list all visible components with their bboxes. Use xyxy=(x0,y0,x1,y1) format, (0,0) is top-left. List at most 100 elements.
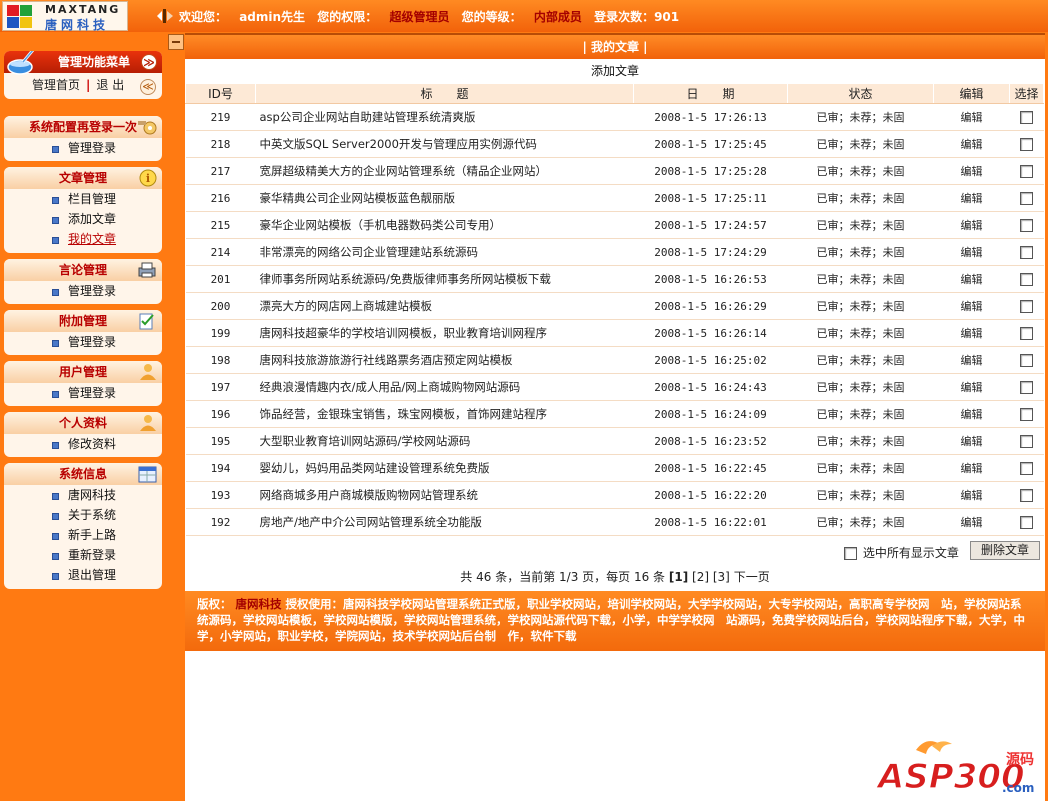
edit-link[interactable]: 编辑 xyxy=(933,130,1010,158)
article-date: 2008-1-5 17:25:28 xyxy=(633,157,788,185)
section-title-text: 个人资料 xyxy=(58,416,107,430)
table-row: 195 大型职业教育培训网站源码/学校网站源码 2008-1-5 16:23:52 已… xyxy=(185,427,1044,455)
sidebar-item-relogin[interactable]: 重新登录 xyxy=(4,545,162,565)
back-arrow-icon[interactable] xyxy=(157,8,174,24)
article-date: 2008-1-5 16:25:02 xyxy=(633,346,788,374)
select-cell xyxy=(1009,373,1044,401)
permission-value: 超级管理员 xyxy=(389,10,450,24)
row-select-checkbox[interactable] xyxy=(1020,380,1033,394)
article-title-link[interactable]: 网络商城多用户商城模版购物网站管理系统 xyxy=(255,481,634,509)
watermark-domain: .com xyxy=(1002,781,1034,795)
edit-link[interactable]: 编辑 xyxy=(933,427,1010,455)
footer-brand-link[interactable]: 唐网科技 xyxy=(236,597,282,611)
page-link-current[interactable]: [1] xyxy=(669,570,688,584)
select-all-control[interactable]: 选中所有显示文章 xyxy=(844,544,959,561)
edit-link[interactable]: 编辑 xyxy=(933,346,1010,374)
row-select-checkbox[interactable] xyxy=(1020,461,1033,475)
article-title-link[interactable]: 宽屏超级精美大方的企业网站管理系统（精品企业网站） xyxy=(255,157,634,185)
article-title-link[interactable]: 非常漂亮的网络公司企业管理建站系统源码 xyxy=(255,238,634,266)
svg-text:i: i xyxy=(146,172,150,185)
article-status: 已审；未荐；未固 xyxy=(787,157,934,185)
section-title-text: 用户管理 xyxy=(58,365,107,379)
sidebar-item-category-management[interactable]: 栏目管理 xyxy=(4,189,162,209)
add-article-link[interactable]: 添加文章 xyxy=(185,59,1045,83)
sidebar-item-company[interactable]: 唐网科技 xyxy=(4,485,162,505)
row-select-checkbox[interactable] xyxy=(1020,191,1033,205)
edit-link[interactable]: 编辑 xyxy=(933,481,1010,509)
edit-link[interactable]: 编辑 xyxy=(933,508,1010,536)
article-title-link[interactable]: 律师事务所网站系统源码/免费版律师事务所网站模板下载 xyxy=(255,265,634,293)
level-value: 内部成员 xyxy=(533,10,582,24)
edit-link[interactable]: 编辑 xyxy=(933,373,1010,401)
table-row: 201 律师事务所网站系统源码/免费版律师事务所网站模板下载 2008-1-5 16… xyxy=(185,265,1044,293)
article-title-link[interactable]: 唐网科技超豪华的学校培训网模板，职业教育培训网程序 xyxy=(255,319,634,347)
sidebar-item-my-articles[interactable]: 我的文章 xyxy=(4,229,162,249)
row-select-checkbox[interactable] xyxy=(1020,245,1033,259)
sidebar-item-add-article[interactable]: 添加文章 xyxy=(4,209,162,229)
edit-link[interactable]: 编辑 xyxy=(933,319,1010,347)
row-select-checkbox[interactable] xyxy=(1020,272,1033,286)
article-rows: 219 asp公司企业网站自助建站管理系统清爽版 2008-1-5 17:26:13… xyxy=(185,103,1044,536)
article-title-link[interactable]: 婴幼儿，妈妈用品类网站建设管理系统免费版 xyxy=(255,454,634,482)
row-select-checkbox[interactable] xyxy=(1020,434,1033,448)
page-link[interactable]: [2] xyxy=(692,570,709,584)
edit-link[interactable]: 编辑 xyxy=(933,292,1010,320)
edit-link[interactable]: 编辑 xyxy=(933,157,1010,185)
edit-link[interactable]: 编辑 xyxy=(933,103,1010,131)
collapse-menu-icon[interactable]: ≫ xyxy=(141,54,157,70)
delete-articles-button[interactable]: 删除文章 xyxy=(970,541,1040,560)
hide-menu-icon[interactable]: ≪ xyxy=(140,79,156,95)
edit-link[interactable]: 编辑 xyxy=(933,400,1010,428)
select-all-checkbox[interactable] xyxy=(844,547,857,560)
article-date: 2008-1-5 17:24:29 xyxy=(633,238,788,266)
sidebar-item-admin-login[interactable]: 管理登录 xyxy=(4,138,162,158)
row-select-checkbox[interactable] xyxy=(1020,299,1033,313)
article-id: 216 xyxy=(185,184,256,212)
article-title-link[interactable]: 豪华企业网站模板（手机电器数码类公司专用） xyxy=(255,211,634,239)
select-cell xyxy=(1009,292,1044,320)
article-title-link[interactable]: 中英文版SQL Server2000开发与管理应用实例源代码 xyxy=(255,130,634,158)
sidebar-item-about[interactable]: 关于系统 xyxy=(4,505,162,525)
logout-link[interactable]: 退 出 xyxy=(96,78,124,92)
sidebar-item-exit[interactable]: 退出管理 xyxy=(4,565,162,585)
next-page-link[interactable]: 下一页 xyxy=(734,570,770,584)
sidebar-item-admin-login[interactable]: 管理登录 xyxy=(4,383,162,403)
page-link[interactable]: [3] xyxy=(713,570,730,584)
article-title-link[interactable]: 豪华精典公司企业网站模板蓝色靓丽版 xyxy=(255,184,634,212)
edit-link[interactable]: 编辑 xyxy=(933,265,1010,293)
edit-link[interactable]: 编辑 xyxy=(933,184,1010,212)
row-select-checkbox[interactable] xyxy=(1020,137,1033,151)
logo-subtitle: 唐网科技 xyxy=(45,18,110,32)
section-title: 附加管理 xyxy=(4,310,162,332)
edit-link[interactable]: 编辑 xyxy=(933,211,1010,239)
article-title-link[interactable]: 房地产/地产中介公司网站管理系统全功能版 xyxy=(255,508,634,536)
row-select-checkbox[interactable] xyxy=(1020,110,1033,124)
article-date: 2008-1-5 17:25:11 xyxy=(633,184,788,212)
row-select-checkbox[interactable] xyxy=(1020,515,1033,529)
article-title-link[interactable]: 唐网科技旅游旅游行社线路票务酒店预定网站模板 xyxy=(255,346,634,374)
table-row: 214 非常漂亮的网络公司企业管理建站系统源码 2008-1-5 17:24:29 已… xyxy=(185,238,1044,266)
edit-link[interactable]: 编辑 xyxy=(933,454,1010,482)
row-select-checkbox[interactable] xyxy=(1020,353,1033,367)
row-select-checkbox[interactable] xyxy=(1020,488,1033,502)
sidebar-toggle-icon[interactable] xyxy=(168,34,184,50)
sidebar-item-edit-profile[interactable]: 修改资料 xyxy=(4,434,162,454)
article-title-link[interactable]: 漂亮大方的网店网上商城建站模板 xyxy=(255,292,634,320)
row-select-checkbox[interactable] xyxy=(1020,164,1033,178)
article-title-link[interactable]: 大型职业教育培训网站源码/学校网站源码 xyxy=(255,427,634,455)
article-title-link[interactable]: 饰品经营，金银珠宝销售，珠宝网模板，首饰网建站程序 xyxy=(255,400,634,428)
sidebar-item-getting-started[interactable]: 新手上路 xyxy=(4,525,162,545)
article-title-link[interactable]: asp公司企业网站自助建站管理系统清爽版 xyxy=(255,103,634,131)
sidebar-item-admin-login[interactable]: 管理登录 xyxy=(4,332,162,352)
article-status: 已审；未荐；未固 xyxy=(787,400,934,428)
article-title-link[interactable]: 经典浪漫情趣内衣/成人用品/网上商城购物网站源码 xyxy=(255,373,634,401)
row-select-checkbox[interactable] xyxy=(1020,407,1033,421)
edit-link[interactable]: 编辑 xyxy=(933,238,1010,266)
row-select-checkbox[interactable] xyxy=(1020,218,1033,232)
article-id: 215 xyxy=(185,211,256,239)
sidebar-item-admin-login[interactable]: 管理登录 xyxy=(4,281,162,301)
row-select-checkbox[interactable] xyxy=(1020,326,1033,340)
home-link[interactable]: 管理首页 xyxy=(32,78,80,92)
article-status: 已审；未荐；未固 xyxy=(787,454,934,482)
table-row: 197 经典浪漫情趣内衣/成人用品/网上商城购物网站源码 2008-1-5 16:2… xyxy=(185,373,1044,401)
